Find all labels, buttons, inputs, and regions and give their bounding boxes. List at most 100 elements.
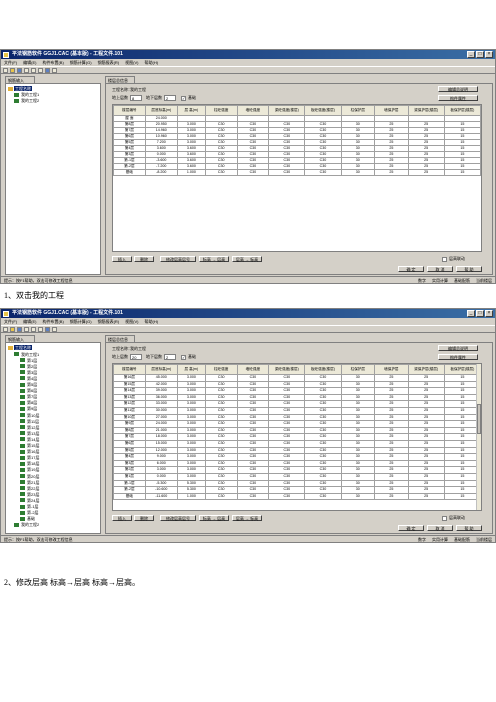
height-link-checkbox[interactable]	[442, 256, 447, 262]
member-props-button[interactable]: 构件属性	[438, 354, 478, 360]
table-cell[interactable]: 25	[374, 420, 409, 428]
close-icon[interactable]: ×	[485, 310, 493, 317]
table-row[interactable]: 第-2层 -10.600 5.300 C30 C30 C30 C30 30 25 25 15	[113, 486, 481, 494]
table-cell[interactable]: C30	[236, 426, 270, 435]
table-cell[interactable]: 3.000	[176, 374, 206, 382]
table-cell[interactable]: C30	[204, 374, 238, 382]
table-cell[interactable]: C30	[268, 479, 306, 488]
tree-node[interactable]: 基础	[20, 516, 36, 521]
table-cell[interactable]: C30	[304, 387, 342, 395]
table-cell[interactable]: 30	[340, 413, 376, 422]
table-cell[interactable]: C30	[304, 472, 342, 481]
table-cell[interactable]: 30	[340, 466, 376, 474]
menu-view[interactable]: 视图(V)	[125, 59, 138, 66]
tree-node[interactable]: 第10层	[20, 412, 40, 418]
tree-node[interactable]: 第20层	[20, 473, 40, 479]
table-row[interactable]: 第13层 36.000 3.000 C30 C30 C30 C30 30 25 25 15	[113, 393, 481, 402]
table-cell[interactable]: C30	[268, 433, 306, 441]
table-cell[interactable]: 25	[374, 466, 409, 474]
tree-node[interactable]: 第8层	[20, 400, 38, 405]
table-cell[interactable]: C30	[204, 380, 238, 389]
table-cell[interactable]: 25	[374, 492, 409, 501]
table-cell[interactable]: C30	[268, 400, 306, 408]
table-cell[interactable]: C30	[204, 466, 238, 474]
tree-node[interactable]: 第13层	[20, 430, 40, 436]
table-cell[interactable]: C30	[304, 479, 342, 488]
height-to-elev-button[interactable]: 层高 → 标高	[232, 515, 262, 521]
table-cell[interactable]: 第7层	[113, 433, 146, 441]
close-icon[interactable]: ×	[485, 51, 493, 58]
table-cell[interactable]: C30	[304, 406, 342, 415]
new-icon[interactable]	[3, 67, 8, 73]
table-row[interactable]: 第14层 39.000 3.000 C30 C30 C30 C30 30 25 25 15	[113, 387, 481, 395]
table-cell[interactable]: 第6层	[113, 439, 146, 448]
paste-icon[interactable]	[38, 326, 43, 332]
table-cell[interactable]: 3.000	[176, 413, 206, 422]
table-cell[interactable]: 25	[407, 492, 445, 501]
table-cell[interactable]: 25	[374, 380, 409, 389]
table-cell[interactable]: C30	[268, 387, 306, 395]
tree-node[interactable]: 第18层	[20, 461, 40, 466]
table-cell[interactable]: C30	[268, 472, 306, 481]
help-button[interactable]: 帮 助	[456, 525, 482, 531]
table-cell[interactable]: 第11层	[113, 406, 146, 415]
table-cell[interactable]: C30	[268, 492, 306, 501]
table-cell[interactable]: C30	[236, 453, 270, 461]
menu-calc[interactable]: 钢筋计算(G)	[70, 59, 92, 66]
column-header[interactable]: 层底标高(m)	[144, 364, 178, 375]
column-header[interactable]: 柱砼强度	[204, 105, 238, 116]
table-cell[interactable]: 3.000	[176, 400, 206, 408]
table-cell[interactable]: C30	[204, 479, 238, 488]
table-cell[interactable]: 25	[407, 466, 445, 474]
open-icon[interactable]	[10, 326, 15, 332]
table-cell[interactable]: 30.000	[144, 406, 178, 415]
scroll-thumb[interactable]	[477, 404, 481, 434]
table-cell[interactable]: 5.300	[176, 486, 206, 494]
table-cell[interactable]: C30	[268, 169, 306, 176]
table-cell[interactable]: C30	[304, 426, 342, 435]
table-cell[interactable]: 第1层	[113, 472, 146, 481]
table-cell[interactable]: C30	[268, 374, 306, 382]
table-cell[interactable]: 25	[407, 479, 445, 488]
table-cell[interactable]: 3.000	[144, 466, 178, 474]
column-header[interactable]: 板砼强度(楼层)	[304, 364, 342, 375]
height-to-elev-button[interactable]: 层高 → 标高	[232, 256, 262, 262]
table-cell[interactable]: 42.000	[144, 380, 178, 389]
minimize-icon[interactable]: _	[467, 310, 475, 317]
table-cell[interactable]: 45.000	[144, 374, 178, 382]
paste-icon[interactable]	[38, 67, 43, 73]
table-cell[interactable]: 25	[407, 387, 445, 395]
tree-node[interactable]: 第19层	[20, 467, 40, 472]
elev-to-height-button[interactable]: 标高 → 层高	[199, 256, 229, 262]
table-cell[interactable]: 15.000	[144, 439, 178, 448]
table-cell[interactable]: 第-2层	[113, 486, 146, 494]
table-cell[interactable]: 6.000	[144, 459, 178, 468]
table-cell[interactable]: 21.000	[144, 426, 178, 435]
table-row[interactable]: 第6层 15.000 3.000 C30 C30 C30 C30 30 25 25 15	[113, 439, 481, 448]
table-row[interactable]: 第8层 21.000 3.000 C30 C30 C30 C30 30 25 25 15	[113, 426, 481, 435]
table-cell[interactable]: 第12层	[113, 400, 146, 408]
table-cell[interactable]: C30	[304, 453, 342, 461]
ok-button[interactable]: 确 定	[398, 266, 424, 272]
table-row[interactable]: 第-1层 -5.300 5.300 C30 C30 C30 C30 30 25 25 15	[113, 479, 481, 488]
table-cell[interactable]: C30	[204, 420, 238, 428]
grid-scrollbar[interactable]	[476, 364, 481, 510]
table-cell[interactable]: 3.000	[176, 453, 206, 461]
column-header[interactable]: 梁保护层(楼层)	[407, 105, 445, 116]
table-cell[interactable]: 25	[374, 400, 409, 408]
column-header[interactable]: 楼层编号	[113, 364, 146, 375]
table-cell[interactable]: C30	[268, 393, 306, 402]
table-cell[interactable]: 3.000	[176, 426, 206, 435]
save-icon[interactable]	[17, 326, 22, 332]
menu-calc[interactable]: 钢筋计算(G)	[70, 318, 92, 325]
table-cell[interactable]: C30	[236, 374, 270, 382]
print-icon[interactable]	[45, 326, 50, 332]
table-cell[interactable]: C30	[204, 486, 238, 494]
below-floors-input[interactable]: 2	[164, 95, 176, 101]
delete-button[interactable]: 删除	[134, 256, 154, 262]
table-cell[interactable]: 15	[443, 169, 482, 176]
table-cell[interactable]: C30	[204, 439, 238, 448]
table-cell[interactable]: C30	[236, 486, 270, 494]
table-row[interactable]: 第10层 27.000 3.000 C30 C30 C30 C30 30 25 25 15	[113, 413, 481, 422]
column-header[interactable]: 层 高(m)	[176, 105, 206, 116]
